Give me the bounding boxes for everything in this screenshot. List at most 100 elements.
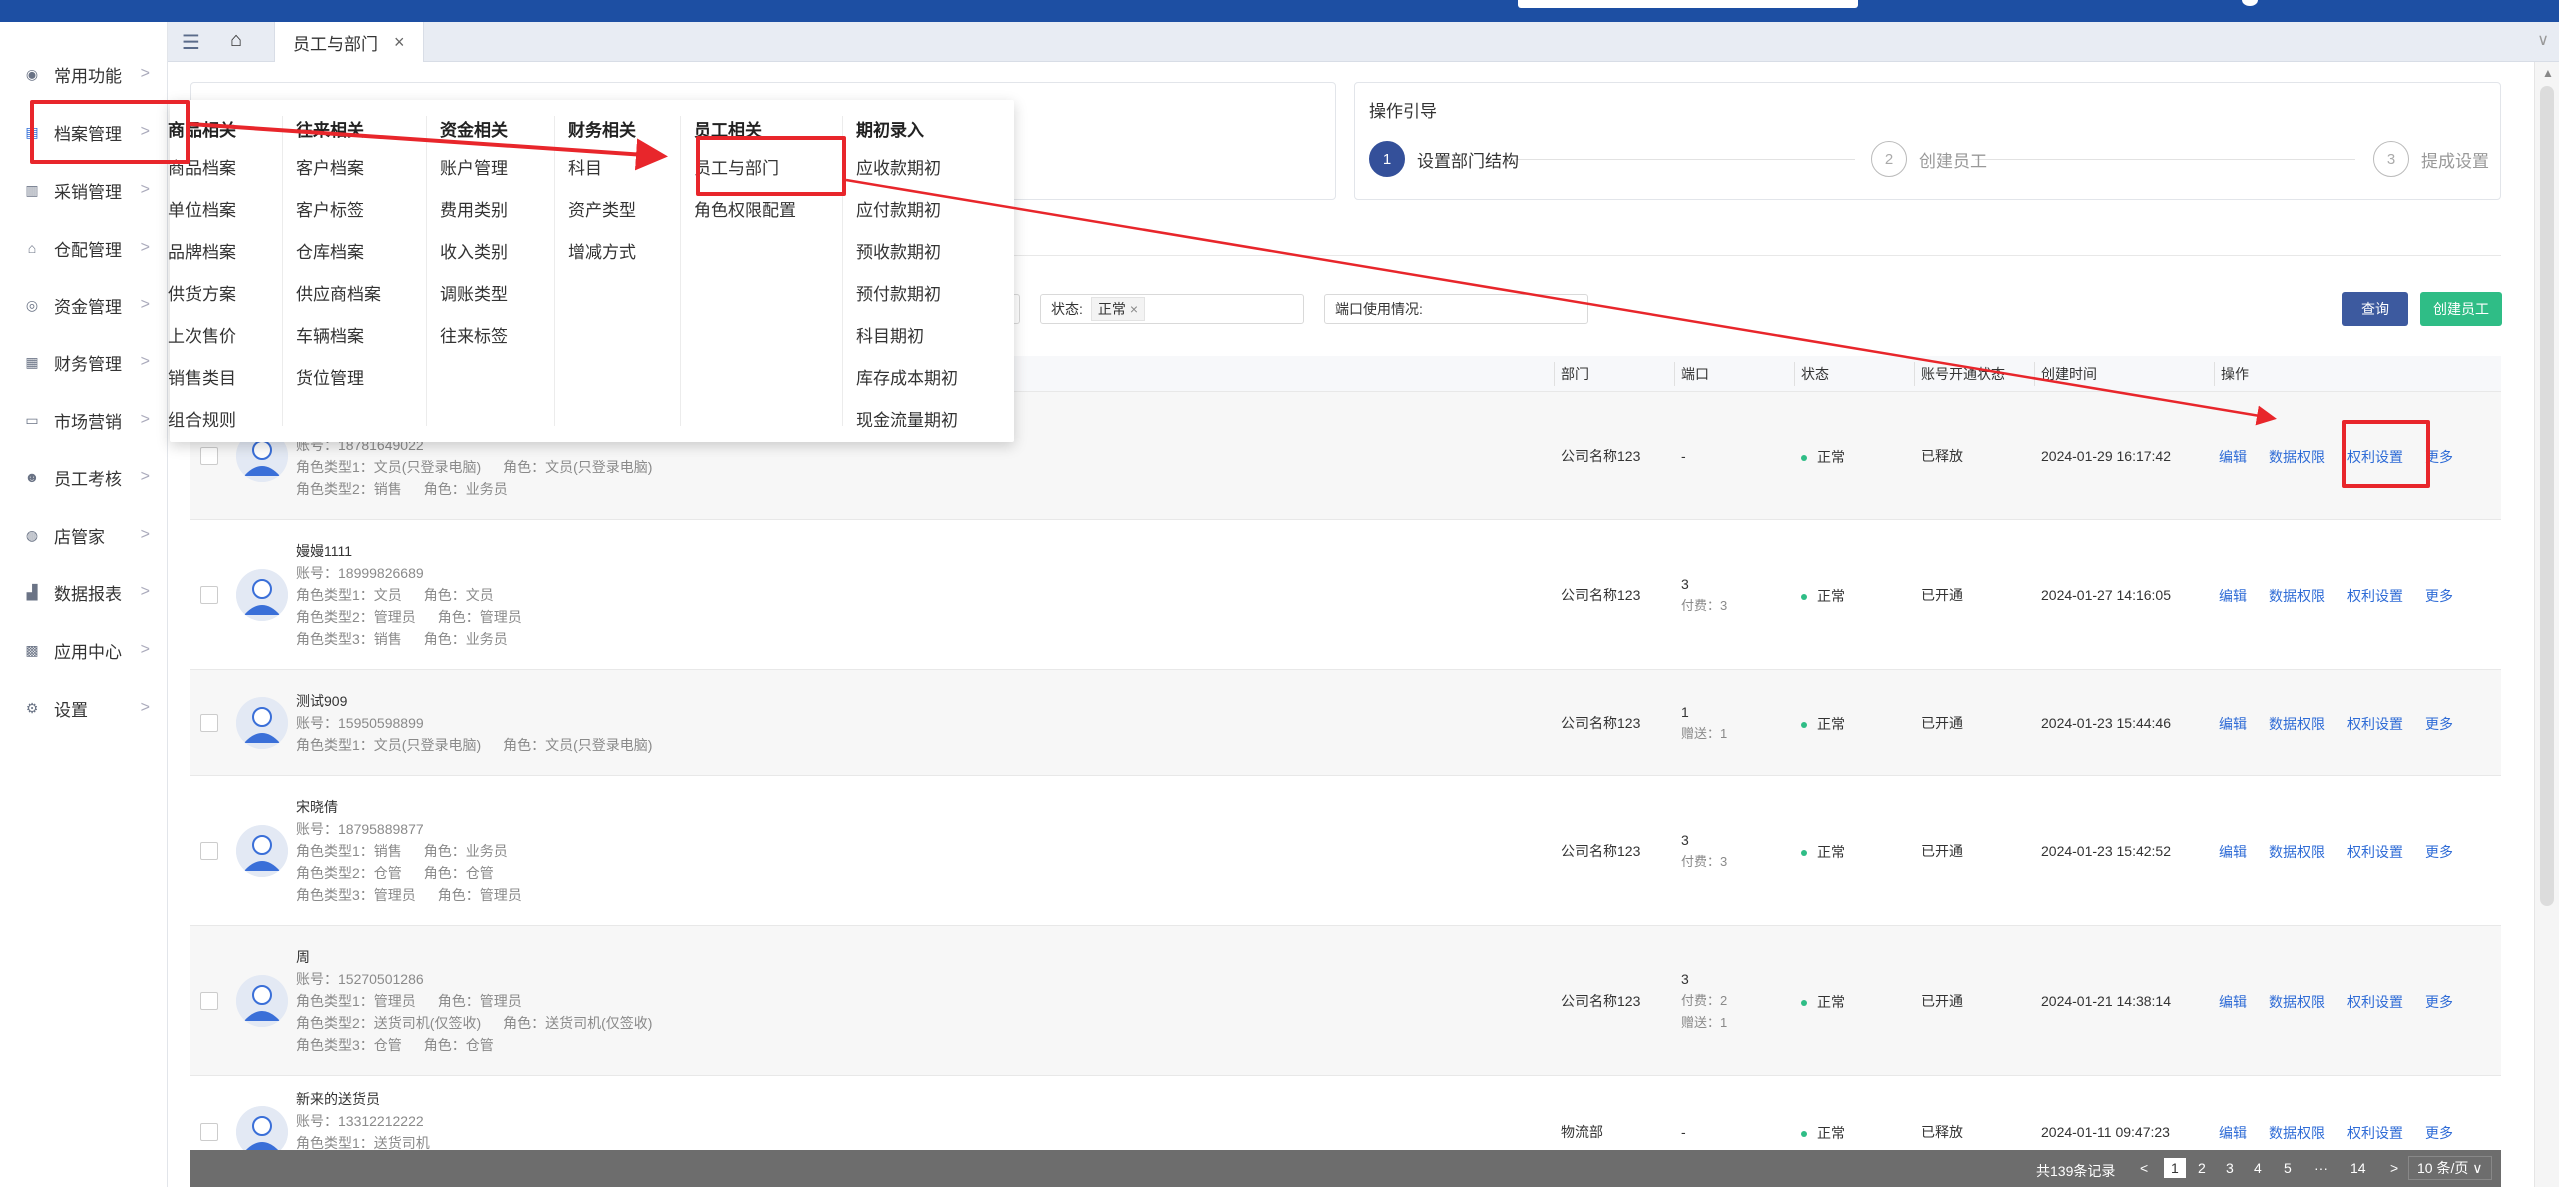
mega-menu-item[interactable]: 应付款期初 — [856, 196, 941, 221]
row-checkbox[interactable] — [200, 714, 218, 732]
port-usage-filter[interactable]: 端口使用情况: — [1324, 294, 1588, 324]
sidebar-item-1[interactable]: ◉ 常用功能 > — [0, 54, 168, 94]
query-button[interactable]: 查询 — [2342, 292, 2408, 326]
op-link-2[interactable]: 数据权限 — [2269, 1123, 2325, 1143]
row-checkbox[interactable] — [200, 586, 218, 604]
sidebar-item-11[interactable]: ▩ 应用中心 > — [0, 630, 168, 670]
scrollbar[interactable]: ▲ — [2534, 62, 2559, 1187]
sidebar-item-7[interactable]: ▭ 市场营销 > — [0, 400, 168, 440]
op-link-3[interactable]: 权利设置 — [2347, 842, 2403, 862]
op-link-2[interactable]: 数据权限 — [2269, 714, 2325, 734]
sidebar-item-12[interactable]: ⚙ 设置 > — [0, 688, 168, 728]
sidebar-item-4[interactable]: ⌂ 仓配管理 > — [0, 228, 168, 268]
global-search-input[interactable] — [1518, 0, 1858, 8]
mega-menu-item[interactable]: 账户管理 — [440, 154, 508, 179]
mega-menu-item[interactable]: 收入类别 — [440, 238, 508, 263]
mega-menu-item[interactable]: 上次售价 — [168, 322, 236, 347]
sidebar-item-9[interactable]: ◍ 店管家 > — [0, 515, 168, 555]
mega-menu-item[interactable]: 往来标签 — [440, 322, 508, 347]
sidebar-item-8[interactable]: ☻ 员工考核 > — [0, 457, 168, 497]
op-link-1[interactable]: 编辑 — [2219, 1123, 2247, 1143]
next-page-button[interactable]: > — [2390, 1160, 2398, 1176]
page-ellipsis[interactable]: ··· — [2314, 1160, 2328, 1176]
page-1[interactable]: 1 — [2164, 1158, 2186, 1178]
mega-menu-item[interactable]: 供应商档案 — [296, 280, 381, 305]
sidebar-item-6[interactable]: ▦ 财务管理 > — [0, 342, 168, 382]
created-time-cell: 2024-01-21 14:38:14 — [2041, 993, 2171, 1009]
op-link-4[interactable]: 更多 — [2425, 714, 2453, 734]
op-link-3[interactable]: 权利设置 — [2347, 714, 2403, 734]
op-link-2[interactable]: 数据权限 — [2269, 842, 2325, 862]
op-link-1[interactable]: 编辑 — [2219, 586, 2247, 606]
prev-page-button[interactable]: < — [2140, 1160, 2148, 1176]
table-row[interactable]: 测试909 账号：15950598899 角色类型1：文员(只登录电脑) 角色：文员(… — [190, 670, 2501, 776]
op-link-1[interactable]: 编辑 — [2219, 447, 2247, 467]
guide-step-2[interactable]: 2 创建员工 — [1871, 141, 1987, 177]
mega-menu-item[interactable]: 车辆档案 — [296, 322, 364, 347]
menu-collapse-icon[interactable]: ☰ — [182, 30, 200, 55]
mega-menu-item[interactable]: 资产类型 — [568, 196, 636, 221]
mega-menu-item[interactable]: 科目 — [568, 154, 602, 179]
op-link-1[interactable]: 编辑 — [2219, 992, 2247, 1012]
op-link-3[interactable]: 权利设置 — [2347, 586, 2403, 606]
op-link-2[interactable]: 数据权限 — [2269, 586, 2325, 606]
row-checkbox[interactable] — [200, 992, 218, 1010]
table-row[interactable]: 周账号：15270501286 角色类型1：管理员 角色：管理员 角色类型2：送货司机… — [190, 926, 2501, 1076]
mega-menu-item[interactable]: 组合规则 — [168, 406, 236, 431]
op-link-3[interactable]: 权利设置 — [2347, 992, 2403, 1012]
mega-menu-item[interactable]: 调账类型 — [440, 280, 508, 305]
mega-menu-item[interactable]: 供货方案 — [168, 280, 236, 305]
page-3[interactable]: 3 — [2226, 1160, 2234, 1176]
sidebar-item-3[interactable]: ▥ 采销管理 > — [0, 170, 168, 210]
sidebar-item-5[interactable]: ◎ 资金管理 > — [0, 285, 168, 325]
table-row[interactable]: 嫚嫚1111 账号：18999826689 角色类型1：文员 角色：文员 角色类型2：管… — [190, 520, 2501, 670]
close-icon[interactable]: × — [1130, 301, 1138, 317]
chevron-up-icon[interactable]: ▲ — [2542, 66, 2554, 80]
op-link-1[interactable]: 编辑 — [2219, 842, 2247, 862]
mega-menu-item[interactable]: 现金流量期初 — [856, 406, 958, 431]
mega-menu-item[interactable]: 销售类目 — [168, 364, 236, 389]
mega-menu-item[interactable]: 库存成本期初 — [856, 364, 958, 389]
chevron-down-icon[interactable]: ∨ — [2537, 30, 2549, 50]
home-icon[interactable]: ⌂ — [230, 29, 242, 52]
page-size-select[interactable]: 10 条/页 ∨ — [2408, 1156, 2492, 1180]
mega-menu-item[interactable]: 应收款期初 — [856, 154, 941, 179]
op-link-2[interactable]: 数据权限 — [2269, 992, 2325, 1012]
mega-menu-item[interactable]: 增减方式 — [568, 238, 636, 263]
mega-menu-item[interactable]: 预收款期初 — [856, 238, 941, 263]
mega-menu-item[interactable]: 费用类别 — [440, 196, 508, 221]
close-icon[interactable]: × — [394, 32, 405, 53]
mega-menu-item[interactable]: 预付款期初 — [856, 280, 941, 305]
table-row[interactable]: 宋晓倩 账号：18795889877 角色类型1：销售 角色：业务员 角色类型2：仓管角… — [190, 776, 2501, 926]
op-link-4[interactable]: 更多 — [2425, 586, 2453, 606]
row-checkbox[interactable] — [200, 842, 218, 860]
op-link-4[interactable]: 更多 — [2425, 992, 2453, 1012]
mega-menu-item[interactable]: 仓库档案 — [296, 238, 364, 263]
mega-menu-item[interactable]: 品牌档案 — [168, 238, 236, 263]
op-link-1[interactable]: 编辑 — [2219, 714, 2247, 734]
mega-menu-item[interactable]: 角色权限配置 — [694, 196, 796, 221]
mega-menu-item[interactable]: 客户档案 — [296, 154, 364, 179]
mega-menu-item[interactable]: 客户标签 — [296, 196, 364, 221]
sidebar-item-10[interactable]: ▟ 数据报表 > — [0, 572, 168, 612]
guide-step-3[interactable]: 3 提成设置 — [2373, 141, 2489, 177]
guide-step-1[interactable]: 1 设置部门结构 — [1369, 141, 1519, 177]
create-employee-button[interactable]: 创建员工 — [2420, 292, 2502, 326]
row-checkbox[interactable] — [200, 1123, 218, 1141]
page-4[interactable]: 4 — [2254, 1160, 2262, 1176]
op-link-4[interactable]: 更多 — [2425, 1123, 2453, 1143]
page-2[interactable]: 2 — [2198, 1160, 2206, 1176]
status-filter[interactable]: 状态: 正常 × — [1040, 294, 1304, 324]
page-14[interactable]: 14 — [2350, 1160, 2366, 1176]
op-link-2[interactable]: 数据权限 — [2269, 447, 2325, 467]
tab-employees-departments[interactable]: 员工与部门 × — [274, 22, 424, 62]
page-5[interactable]: 5 — [2284, 1160, 2292, 1176]
user-avatar[interactable] — [2242, 0, 2258, 6]
op-link-4[interactable]: 更多 — [2425, 842, 2453, 862]
mega-menu-item[interactable]: 单位档案 — [168, 196, 236, 221]
row-checkbox[interactable] — [200, 447, 218, 465]
scrollbar-thumb[interactable] — [2540, 86, 2554, 906]
op-link-3[interactable]: 权利设置 — [2347, 1123, 2403, 1143]
mega-menu-item[interactable]: 科目期初 — [856, 322, 924, 347]
mega-menu-item[interactable]: 货位管理 — [296, 364, 364, 389]
